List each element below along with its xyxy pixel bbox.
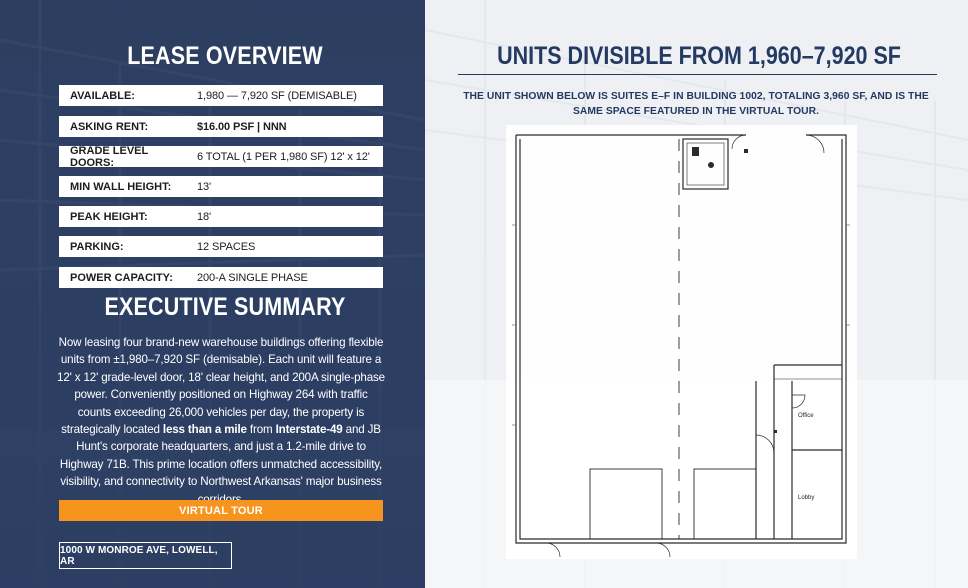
executive-summary-text: Now leasing four brand-new warehouse bui…	[57, 334, 385, 508]
lease-panel: LEASE OVERVIEW AVAILABLE: 1,980 — 7,920 …	[0, 0, 425, 588]
spec-label: PEAK HEIGHT:	[70, 210, 148, 223]
spec-row-power-capacity: POWER CAPACITY: 200-A SINGLE PHASE	[59, 267, 383, 288]
spec-value: 6 TOTAL (1 PER 1,980 SF) 12' x 12'	[197, 150, 370, 163]
spec-label: ASKING RENT:	[70, 120, 149, 133]
executive-summary-title: EXECUTIVE SUMMARY	[104, 293, 346, 321]
spec-label: PARKING:	[70, 240, 124, 253]
units-subtitle: THE UNIT SHOWN BELOW IS SUITES E–F IN BU…	[463, 91, 929, 117]
summary-text-part: Now leasing four brand-new warehouse bui…	[57, 336, 385, 437]
units-title: UNITS DIVISIBLE FROM 1,960–7,920 SF	[497, 42, 901, 70]
room-label-office: Office	[798, 413, 814, 419]
spec-value: 13'	[197, 180, 212, 193]
spec-row-asking-rent: ASKING RENT: $16.00 PSF | NNN	[59, 116, 383, 137]
spec-value: 200-A SINGLE PHASE	[197, 271, 308, 284]
spec-row-min-wall-height: MIN WALL HEIGHT: 13'	[59, 176, 383, 197]
property-address: 1000 W MONROE AVE, LOWELL, AR	[59, 542, 232, 569]
units-panel: UNITS DIVISIBLE FROM 1,960–7,920 SF THE …	[425, 0, 968, 588]
spec-value: $16.00 PSF | NNN	[197, 120, 287, 133]
room-label-lobby: Lobby	[798, 495, 814, 501]
spec-label: AVAILABLE:	[70, 89, 135, 102]
spec-value: 12 SPACES	[197, 240, 256, 253]
virtual-tour-button[interactable]: VIRTUAL TOUR	[59, 500, 383, 521]
spec-label: MIN WALL HEIGHT:	[70, 180, 172, 193]
summary-emphasis: Interstate-49	[275, 423, 343, 437]
spec-value: 18'	[197, 210, 212, 223]
spec-row-parking: PARKING: 12 SPACES	[59, 236, 383, 257]
spec-row-peak-height: PEAK HEIGHT: 18'	[59, 206, 383, 227]
spec-label: GRADE LEVEL DOORS:	[70, 144, 149, 169]
spec-value: 1,980 — 7,920 SF (DEMISABLE)	[197, 89, 357, 102]
summary-text-part: from	[246, 423, 276, 437]
summary-emphasis: less than a mile	[162, 423, 247, 437]
spec-row-available: AVAILABLE: 1,980 — 7,920 SF (DEMISABLE)	[59, 85, 383, 106]
lease-overview-title: LEASE OVERVIEW	[127, 42, 323, 70]
title-divider	[458, 74, 937, 75]
spec-row-grade-level-doors: GRADE LEVEL DOORS: 6 TOTAL (1 PER 1,980 …	[59, 144, 383, 169]
spec-label: POWER CAPACITY:	[70, 271, 173, 284]
floor-plan: Office Lobby	[506, 125, 857, 559]
